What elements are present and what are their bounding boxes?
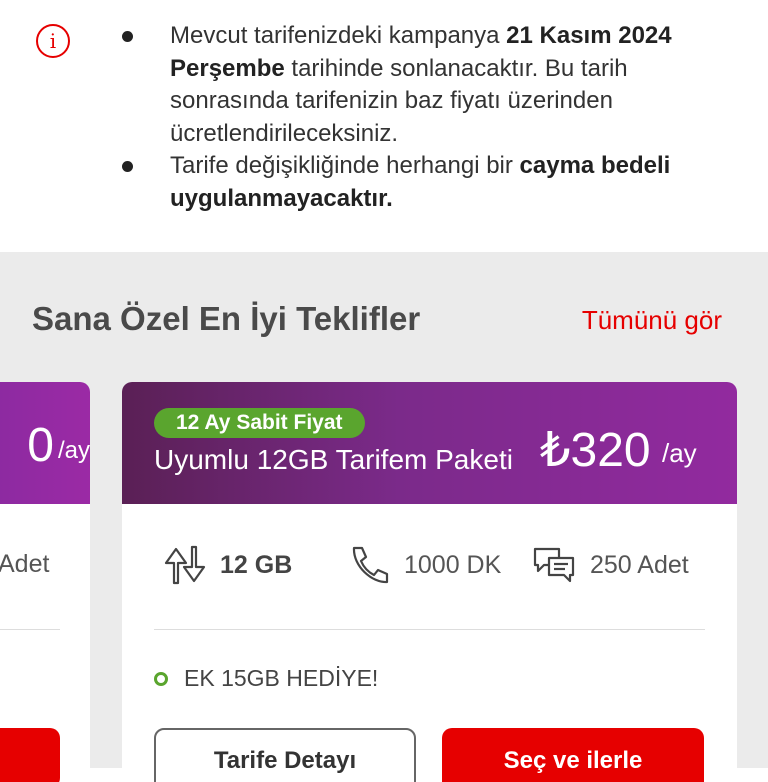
campaign-info-text: Mevcut tarifenizdeki kampanya <box>170 22 507 49</box>
feature-sms-value: Adet <box>0 550 50 578</box>
message-icon <box>533 547 575 583</box>
package-name: Uyumlu 12GB Tarifem Paketi <box>154 444 513 475</box>
feature-minutes-value: 1000 DK <box>404 550 502 579</box>
special-offers-section: Sana Özel En İyi Teklifler Tümünü gör 0 … <box>0 252 768 782</box>
campaign-info-section: i Mevcut tarifenizdeki kampanya 21 Kasım… <box>0 0 768 252</box>
offer-price: 0 <box>27 419 54 472</box>
feature-sms-value: 250 Adet <box>590 550 689 579</box>
bonus-text: EK 15GB HEDİYE! <box>184 665 379 691</box>
feature-minutes: 1000 DK <box>348 542 501 588</box>
offer-price-unit: /ay <box>57 437 90 464</box>
feature-data: 12 GB <box>162 542 292 588</box>
fixed-price-badge: 12 Ay Sabit Fiyat <box>154 408 365 438</box>
select-button[interactable] <box>0 728 60 782</box>
feature-data-value: 12 GB <box>220 550 293 579</box>
tariff-detail-button[interactable]: Tarife Detayı <box>154 728 416 782</box>
offer-card-header: 0 /ay <box>0 382 90 504</box>
phone-icon <box>352 546 389 584</box>
card-divider <box>154 629 705 630</box>
card-divider <box>0 629 60 630</box>
feature-sms: 250 Adet <box>532 542 689 588</box>
campaign-info-item: Mevcut tarifenizdeki kampanya 21 Kasım 2… <box>118 20 738 150</box>
campaign-info-item: Tarife değişikliğinde herhangi bir cayma… <box>118 150 738 215</box>
offer-card-previous[interactable]: 0 /ay Adet <box>0 382 90 782</box>
package-features: 12 GB 1000 DK 250 Adet <box>162 542 722 588</box>
offer-price: ₺320 <box>540 424 651 477</box>
bullet-dot <box>122 161 133 172</box>
campaign-info-text: Tarife değişikliğinde herhangi bir <box>170 152 520 179</box>
see-all-link[interactable]: Tümünü gör <box>582 305 722 336</box>
section-title: Sana Özel En İyi Teklifler <box>32 300 421 337</box>
bullet-dot <box>122 31 133 42</box>
offer-card[interactable]: 12 Ay Sabit Fiyat Uyumlu 12GB Tarifem Pa… <box>122 382 737 782</box>
data-transfer-icon <box>164 545 206 585</box>
info-icon: i <box>36 24 70 58</box>
offer-price-unit: /ay <box>662 438 697 468</box>
select-and-continue-button[interactable]: Seç ve ilerle <box>442 728 704 782</box>
offer-card-header: 12 Ay Sabit Fiyat Uyumlu 12GB Tarifem Pa… <box>122 382 737 504</box>
bonus-item: EK 15GB HEDİYE! <box>154 665 378 692</box>
bonus-bullet-icon <box>154 671 168 686</box>
campaign-info-list: Mevcut tarifenizdeki kampanya 21 Kasım 2… <box>118 20 738 215</box>
